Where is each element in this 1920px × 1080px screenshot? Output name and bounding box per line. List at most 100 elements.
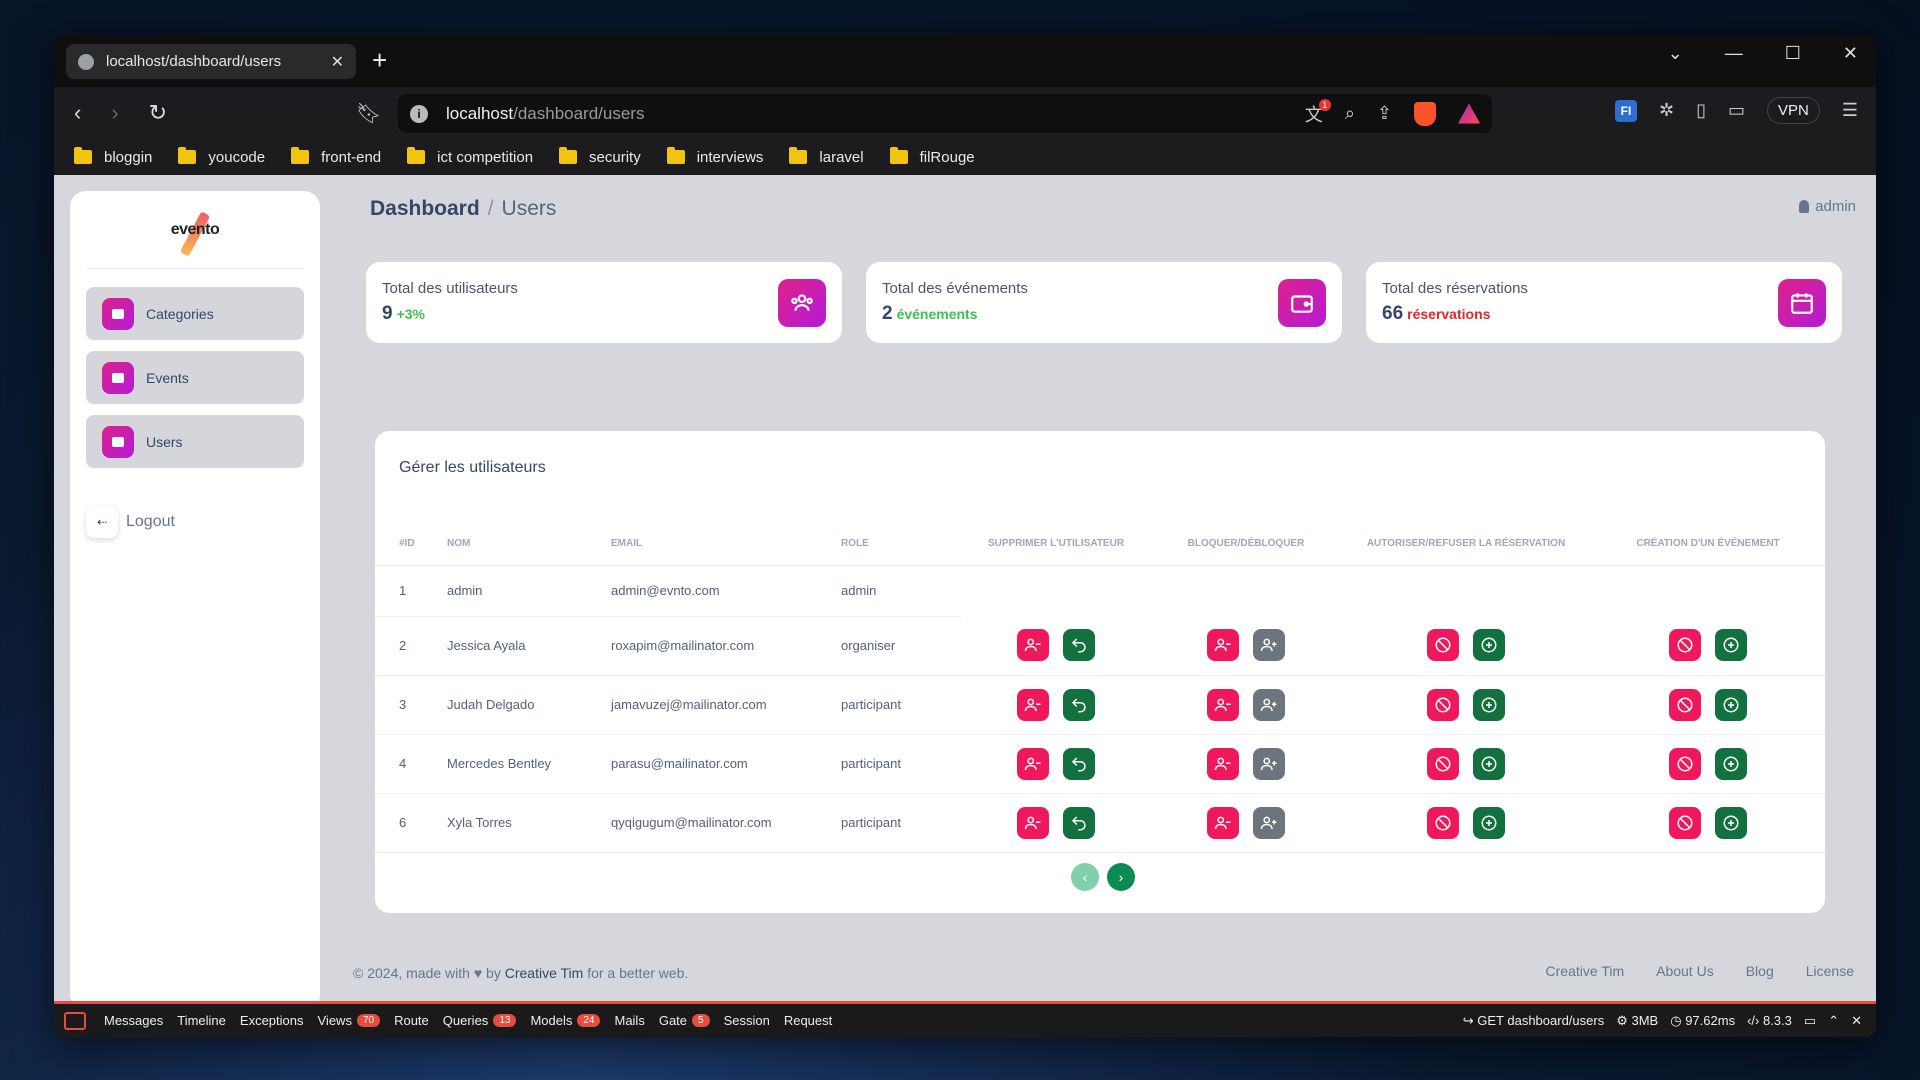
debugbar-tab-queries[interactable]: Queries 13	[443, 1013, 517, 1028]
refuse-reservation-button[interactable]	[1427, 629, 1459, 662]
menu-icon[interactable]: ☰	[1842, 100, 1858, 121]
next-page-button[interactable]: ›	[1107, 863, 1135, 891]
allow-event-creation-button[interactable]	[1715, 806, 1747, 839]
debugbar-tab-models[interactable]: Models 24	[530, 1013, 601, 1028]
allow-reservation-button[interactable]	[1473, 629, 1505, 662]
folder-open-icon[interactable]: ▭	[1804, 1013, 1816, 1029]
block-user-button[interactable]	[1207, 806, 1239, 839]
refuse-reservation-button[interactable]	[1427, 806, 1459, 839]
bookmark-folder[interactable]: youcode	[178, 147, 265, 166]
close-tab-icon[interactable]: ✕	[331, 52, 344, 72]
close-window-icon[interactable]: ✕	[1843, 43, 1858, 64]
deny-event-creation-button[interactable]	[1669, 806, 1701, 839]
deny-event-creation-button[interactable]	[1669, 629, 1701, 662]
debug-request-text: GET dashboard/users	[1477, 1012, 1605, 1028]
user-menu[interactable]: admin	[1799, 198, 1856, 215]
restore-user-button[interactable]	[1063, 747, 1095, 780]
bookmark-icon[interactable]: 🔖︎	[356, 101, 381, 126]
brand-logo[interactable]: evento	[86, 191, 304, 269]
footer-link-license[interactable]: License	[1806, 963, 1854, 979]
brave-rewards-icon[interactable]	[1458, 103, 1480, 124]
debugbar-tab-mails[interactable]: Mails	[614, 1013, 644, 1028]
unblock-user-button[interactable]	[1253, 629, 1285, 662]
debugbar-count-badge: 13	[493, 1014, 517, 1027]
footer-author-link[interactable]: Creative Tim	[505, 965, 584, 981]
debugbar-tab-gate[interactable]: Gate 5	[659, 1013, 710, 1028]
debugbar-tab-views[interactable]: Views 70	[318, 1013, 381, 1028]
brave-shields-icon[interactable]	[1414, 101, 1436, 126]
debug-memory: ⚙ 3MB	[1616, 1012, 1659, 1028]
laravel-logo-icon[interactable]	[64, 1011, 86, 1030]
deny-event-creation-button[interactable]	[1669, 688, 1701, 721]
debugbar-tab-request[interactable]: Request	[784, 1013, 832, 1028]
logout-link[interactable]: ⇠ Logout	[86, 506, 320, 538]
prev-page-button[interactable]: ‹	[1071, 863, 1099, 891]
cell-reservation-actions	[1341, 616, 1591, 676]
tab-search-icon[interactable]: ⌄	[1668, 43, 1683, 64]
block-user-button[interactable]	[1207, 688, 1239, 721]
delete-user-button[interactable]	[1017, 688, 1049, 721]
footer-link-about[interactable]: About Us	[1656, 963, 1714, 979]
reload-icon[interactable]: ↻	[149, 100, 167, 126]
debugbar-tab-timeline[interactable]: Timeline	[177, 1013, 226, 1028]
new-tab-button[interactable]: +	[372, 45, 387, 76]
debugbar-tab-messages[interactable]: Messages	[104, 1013, 163, 1028]
unblock-user-button[interactable]	[1253, 806, 1285, 839]
sidebar-item-categories[interactable]: Categories	[86, 287, 304, 340]
address-bar[interactable]: i localhost /dashboard/users 文 ⌕ ⇪ 1	[398, 94, 1492, 133]
debugbar-tab-route[interactable]: Route	[394, 1013, 429, 1028]
footer-link-blog[interactable]: Blog	[1746, 963, 1774, 979]
extension-fi-icon[interactable]: FI	[1615, 99, 1637, 122]
share-icon[interactable]: ⇪	[1377, 103, 1392, 124]
maximize-icon[interactable]: ☐	[1785, 43, 1801, 64]
forward-icon[interactable]: ›	[111, 100, 118, 126]
delete-user-button[interactable]	[1017, 806, 1049, 839]
bookmark-folder[interactable]: ict competition	[407, 147, 533, 166]
delete-user-button[interactable]	[1017, 629, 1049, 662]
footer-link-creative-tim[interactable]: Creative Tim	[1546, 963, 1625, 979]
block-user-button[interactable]	[1207, 629, 1239, 662]
chevron-up-icon[interactable]: ⌃	[1828, 1013, 1839, 1029]
cell-delete-actions	[961, 793, 1151, 853]
debug-request[interactable]: ↪ GET dashboard/users	[1463, 1013, 1604, 1029]
site-info-icon[interactable]: i	[410, 104, 428, 123]
allow-event-creation-button[interactable]	[1715, 629, 1747, 662]
minimize-icon[interactable]: —	[1725, 43, 1743, 64]
bookmark-folder[interactable]: front-end	[291, 147, 381, 166]
restore-user-button[interactable]	[1063, 806, 1095, 839]
allow-reservation-button[interactable]	[1473, 806, 1505, 839]
bookmark-folder[interactable]: security	[559, 147, 641, 166]
delete-user-button[interactable]	[1017, 747, 1049, 780]
browser-tab[interactable]: localhost/dashboard/users ✕	[66, 44, 356, 79]
block-user-button[interactable]	[1207, 747, 1239, 780]
breadcrumb-root[interactable]: Dashboard	[370, 197, 480, 220]
allow-reservation-button[interactable]	[1473, 688, 1505, 721]
refuse-reservation-button[interactable]	[1427, 747, 1459, 780]
extensions-puzzle-icon[interactable]: ✲	[1659, 100, 1674, 121]
deny-event-creation-button[interactable]	[1669, 747, 1701, 780]
sidebar-item-users[interactable]: Users	[86, 415, 304, 468]
close-debugbar-icon[interactable]: ✕	[1851, 1013, 1862, 1029]
allow-event-creation-button[interactable]	[1715, 747, 1747, 780]
cell-id: 6	[375, 793, 447, 853]
debugbar-tab-session[interactable]: Session	[724, 1013, 770, 1028]
vpn-button[interactable]: VPN	[1767, 97, 1820, 124]
wallet-icon[interactable]: ▭	[1728, 100, 1745, 121]
bookmark-folder[interactable]: bloggin	[74, 147, 152, 166]
unblock-user-button[interactable]	[1253, 688, 1285, 721]
bookmark-folder[interactable]: interviews	[666, 147, 763, 166]
stat-label: Total des réservations	[1382, 280, 1528, 297]
bookmark-folder[interactable]: filRouge	[889, 147, 975, 166]
unblock-user-button[interactable]	[1253, 747, 1285, 780]
bookmark-folder[interactable]: laravel	[789, 147, 864, 166]
allow-event-creation-button[interactable]	[1715, 688, 1747, 721]
refuse-reservation-button[interactable]	[1427, 688, 1459, 721]
restore-user-button[interactable]	[1063, 629, 1095, 662]
sidebar-item-events[interactable]: Events	[86, 351, 304, 404]
allow-reservation-button[interactable]	[1473, 747, 1505, 780]
zoom-icon[interactable]: ⌕	[1345, 103, 1355, 124]
restore-user-button[interactable]	[1063, 688, 1095, 721]
back-icon[interactable]: ‹	[74, 100, 81, 126]
debugbar-tab-exceptions[interactable]: Exceptions	[240, 1013, 304, 1028]
sidebar-toggle-icon[interactable]: ▯	[1696, 100, 1706, 121]
